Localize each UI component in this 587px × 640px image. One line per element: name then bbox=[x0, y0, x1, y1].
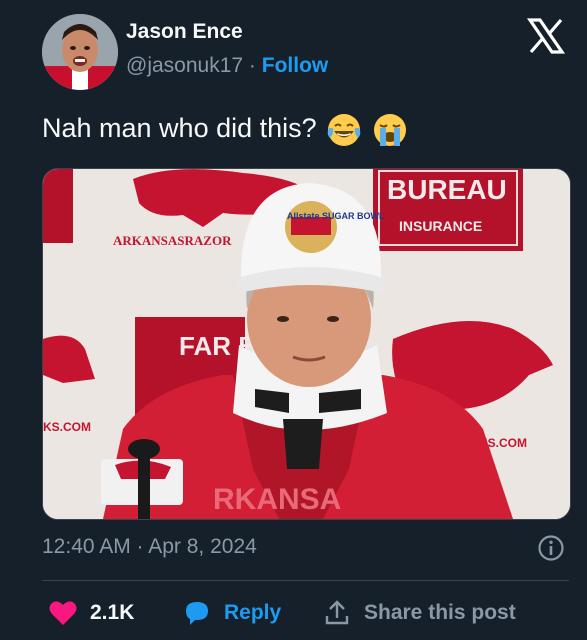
sign-sub-text: INSURANCE bbox=[399, 218, 482, 234]
press-conference-image: ARKANSASRAZOR BUREAU INSURANCE FAR BUR R… bbox=[43, 169, 570, 519]
x-logo-icon[interactable] bbox=[526, 16, 566, 56]
share-upload-icon bbox=[325, 600, 349, 625]
author-avatar[interactable] bbox=[42, 14, 118, 90]
reply-label: Reply bbox=[224, 601, 282, 624]
cap-logo-text: Allstate SUGAR BOWL bbox=[287, 211, 385, 221]
wall-text-left-lower: KS.COM bbox=[43, 420, 91, 434]
tweet-embed-card: Jason Ence @jasonuk17 · Follow Nah man w… bbox=[0, 0, 587, 640]
avatar-photo bbox=[42, 14, 118, 90]
share-button[interactable]: Share this post bbox=[322, 592, 516, 634]
author-display-name[interactable]: Jason Ence bbox=[126, 20, 243, 44]
heart-icon bbox=[49, 601, 77, 625]
info-icon[interactable] bbox=[537, 534, 565, 562]
separator-dot: · bbox=[248, 54, 256, 77]
face-with-tears-of-joy-icon bbox=[327, 114, 361, 146]
jacket-text: RKANSA bbox=[213, 483, 341, 516]
tweet-text: Nah man who did this? bbox=[42, 112, 408, 148]
tweet-text-content: Nah man who did this? bbox=[42, 113, 317, 144]
like-count: 2.1K bbox=[90, 601, 135, 624]
actions-divider bbox=[42, 580, 569, 581]
tweet-media-photo[interactable]: ARKANSASRAZOR BUREAU INSURANCE FAR BUR R… bbox=[42, 168, 571, 520]
reply-bubble-icon bbox=[186, 602, 208, 625]
like-button[interactable]: 2.1K bbox=[48, 592, 134, 634]
wall-text-left: ARKANSASRAZOR bbox=[113, 233, 232, 248]
loudly-crying-face-icon bbox=[373, 114, 406, 146]
tweet-timestamp[interactable]: 12:40 AM · Apr 8, 2024 bbox=[42, 535, 257, 559]
share-label: Share this post bbox=[364, 601, 516, 624]
author-handle-line: @jasonuk17 · Follow bbox=[126, 54, 328, 78]
sign-top-text: BUREAU bbox=[387, 174, 507, 205]
tweet-actions-bar: 2.1K Reply Share this post bbox=[42, 592, 572, 634]
reply-button[interactable]: Reply bbox=[182, 592, 281, 634]
follow-link[interactable]: Follow bbox=[262, 54, 329, 77]
author-handle[interactable]: @jasonuk17 bbox=[126, 54, 243, 77]
